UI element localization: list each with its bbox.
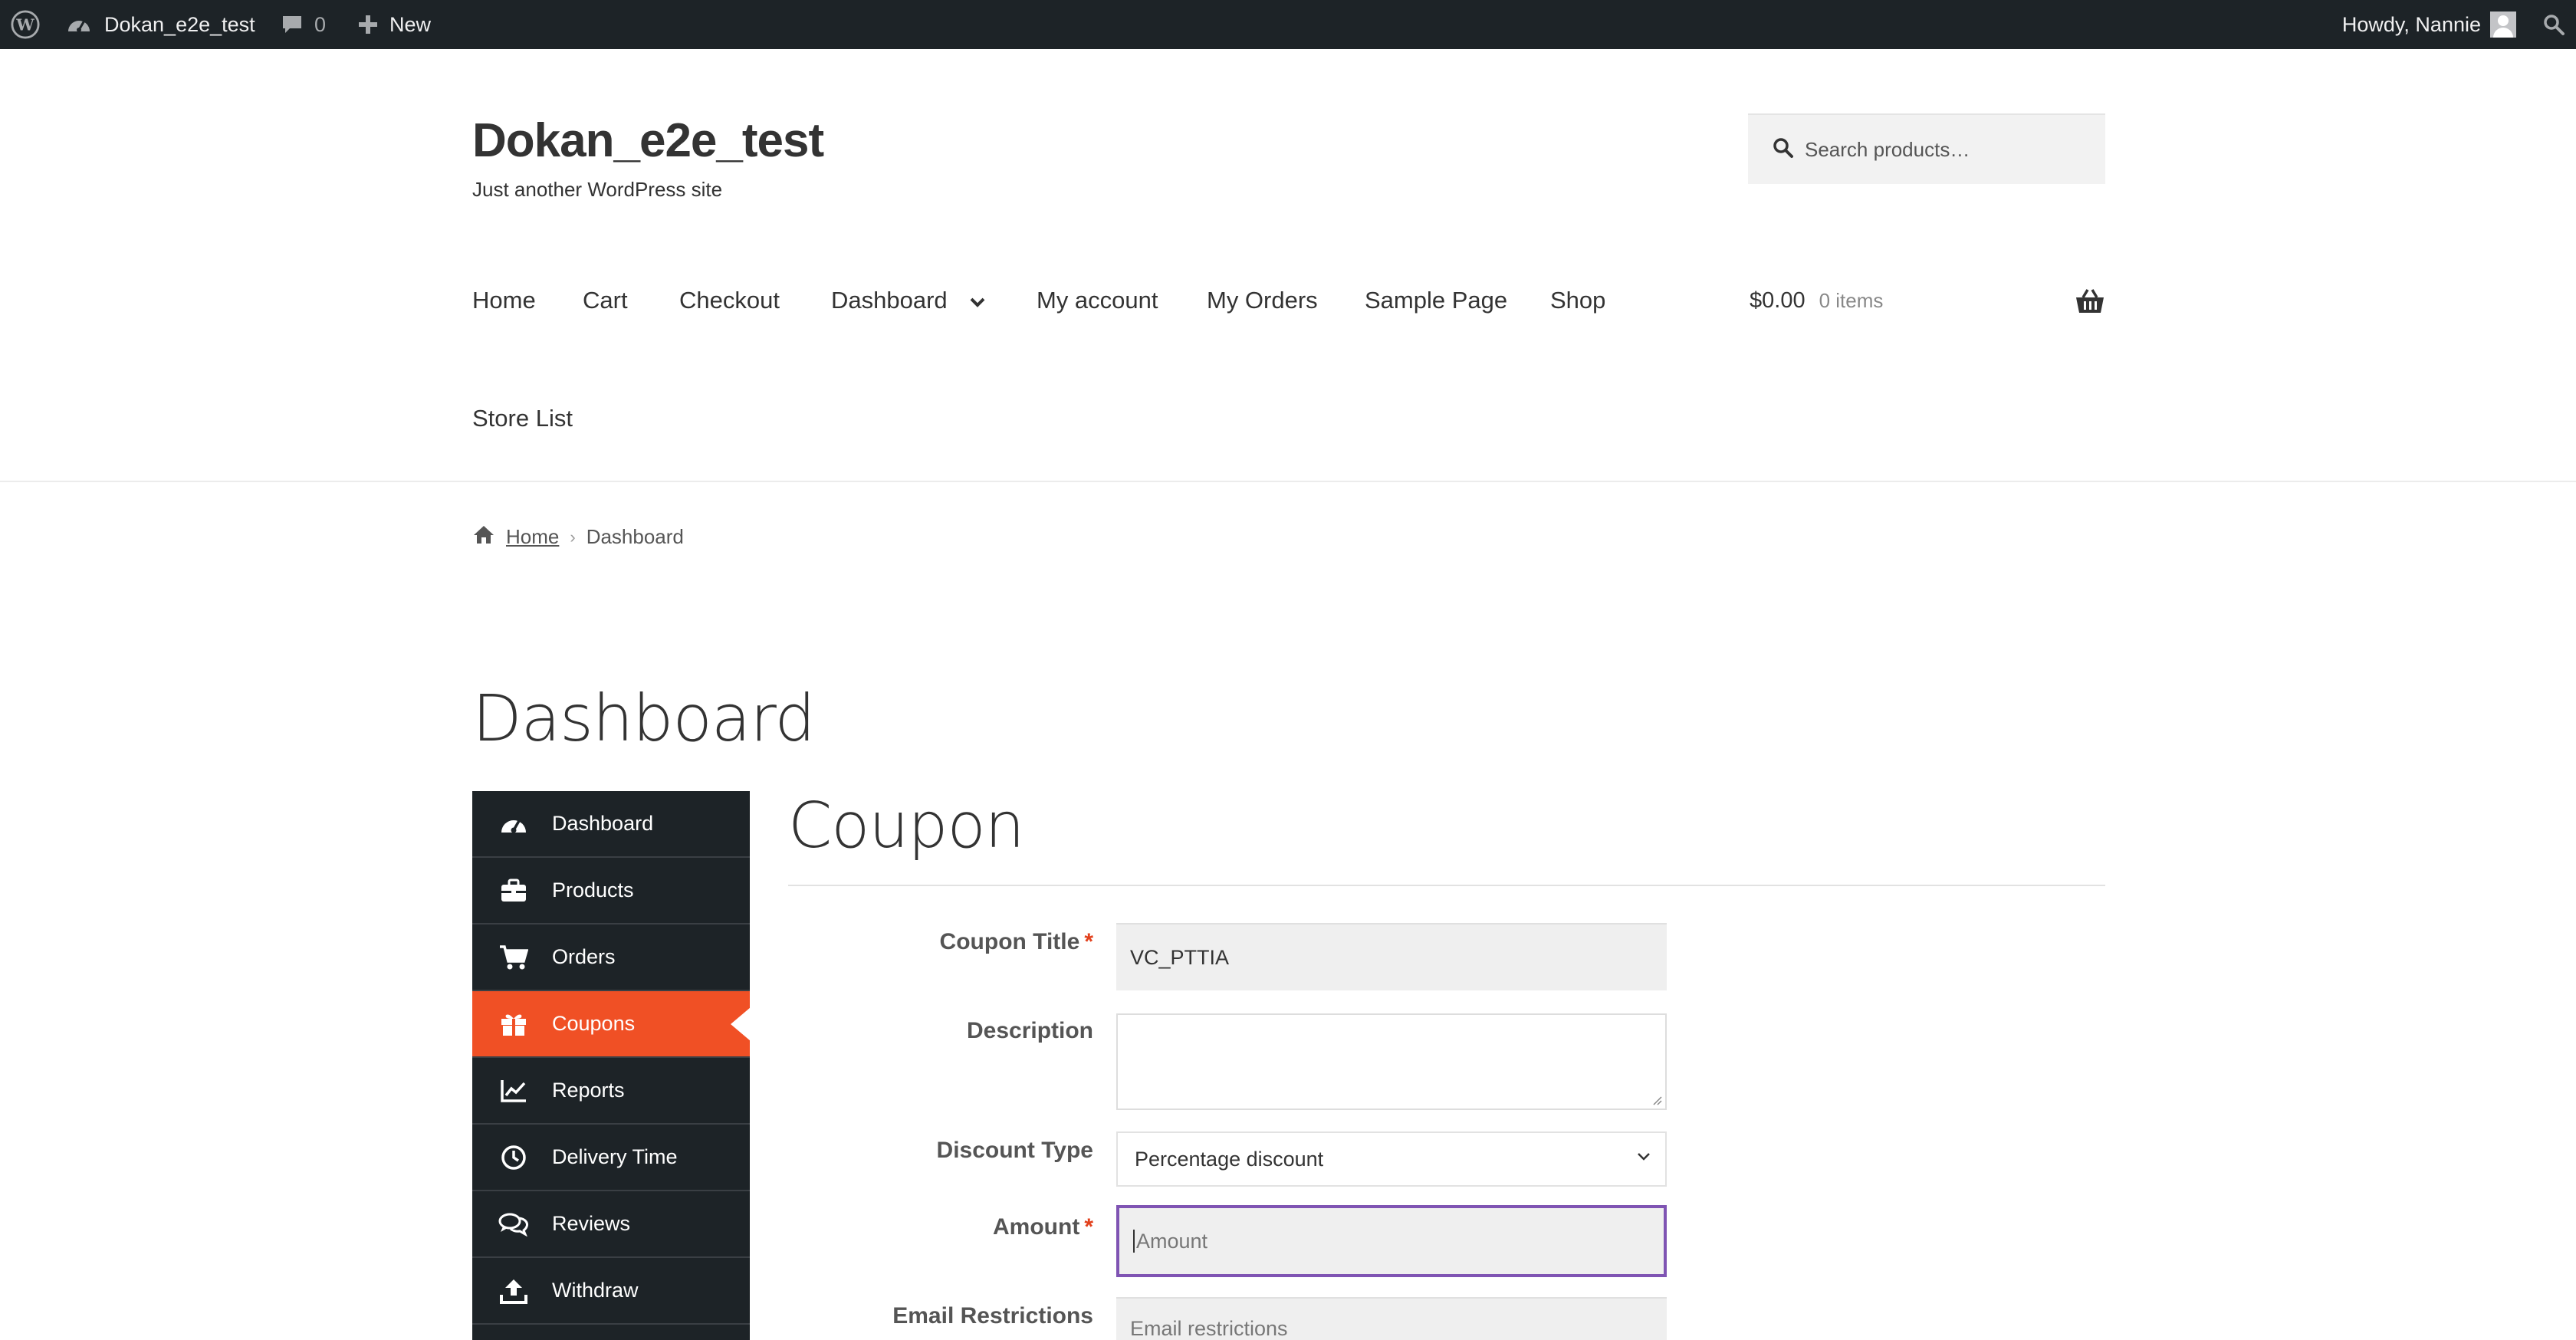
nav-home[interactable]: Home <box>472 287 536 314</box>
page-title: Dashboard <box>472 681 816 756</box>
nav-cart[interactable]: Cart <box>583 287 628 314</box>
amount-input[interactable]: Amount <box>1116 1205 1667 1277</box>
admin-bar-site-name: Dokan_e2e_test <box>104 12 255 36</box>
dashboard-gauge-icon <box>498 812 529 836</box>
required-mark: * <box>1084 929 1093 954</box>
admin-bar: W Dokan_e2e_test 0 New Howdy, Nannie <box>0 0 2576 49</box>
sidebar-item-withdraw[interactable]: Withdraw <box>472 1258 750 1325</box>
dashboard-gauge-icon <box>66 13 92 36</box>
new-label: New <box>389 12 432 36</box>
chevron-down-icon <box>1638 1153 1650 1161</box>
nav-store-list[interactable]: Store List <box>472 405 573 432</box>
site-title[interactable]: Dokan_e2e_test <box>472 113 824 168</box>
home-icon <box>472 524 495 550</box>
search-icon <box>1773 137 1794 163</box>
sidebar-item-reports[interactable]: Reports <box>472 1058 750 1125</box>
shopping-basket-icon[interactable] <box>2075 288 2105 318</box>
cart-count: 0 items <box>1819 289 1884 312</box>
nav-sample-page[interactable]: Sample Page <box>1365 287 1507 314</box>
breadcrumb-current: Dashboard <box>586 525 684 548</box>
sidebar-item-label: Withdraw <box>552 1279 639 1302</box>
product-search <box>1748 113 2105 184</box>
sidebar-item-label: Dashboard <box>552 812 654 835</box>
line-chart-icon <box>498 1079 529 1103</box>
sidebar-item-label: Orders <box>552 945 616 968</box>
nav-my-account[interactable]: My account <box>1037 287 1158 314</box>
description-label: Description <box>966 1018 1093 1043</box>
sidebar-item-label: Reviews <box>552 1212 631 1235</box>
sidebar-item-label: Coupons <box>552 1012 636 1035</box>
nav-dashboard-label: Dashboard <box>831 287 948 314</box>
amount-label-text: Amount <box>993 1214 1080 1240</box>
header-cart[interactable]: $0.00 0 items <box>1750 288 1883 314</box>
sidebar-item-partial <box>472 1325 750 1340</box>
briefcase-icon <box>498 879 529 903</box>
site-tagline: Just another WordPress site <box>472 178 723 201</box>
email-restrictions-label: Email Restrictions <box>892 1303 1093 1329</box>
sidebar-item-delivery-time[interactable]: Delivery Time <box>472 1125 750 1191</box>
gift-icon <box>498 1011 529 1037</box>
clock-icon <box>498 1145 529 1171</box>
comment-bubble-icon <box>281 14 304 35</box>
nav-my-orders[interactable]: My Orders <box>1207 287 1318 314</box>
discount-type-value: Percentage discount <box>1135 1147 1324 1171</box>
sidebar-item-orders[interactable]: Orders <box>472 925 750 991</box>
upload-icon <box>498 1278 529 1304</box>
dashboard-sidebar: Dashboard Products Orders Coupons Report… <box>472 791 751 1340</box>
admin-bar-comments[interactable]: 0 <box>281 0 326 49</box>
email-restrictions-input[interactable]: Email restrictions <box>1116 1297 1667 1340</box>
amount-label: Amount * <box>993 1214 1093 1240</box>
svg-text:W: W <box>15 15 34 34</box>
coupon-title-label: Coupon Title * <box>940 929 1093 955</box>
discount-type-label: Discount Type <box>936 1138 1093 1163</box>
sidebar-item-reviews[interactable]: Reviews <box>472 1191 750 1258</box>
wordpress-logo-icon[interactable]: W <box>11 0 40 49</box>
amount-placeholder: Amount <box>1136 1229 1208 1253</box>
sidebar-item-label: Delivery Time <box>552 1145 678 1168</box>
sidebar-item-coupons[interactable]: Coupons <box>472 991 751 1058</box>
admin-bar-account[interactable]: Howdy, Nannie <box>2342 0 2516 49</box>
admin-bar-site-link[interactable]: Dokan_e2e_test <box>66 0 255 49</box>
avatar <box>2490 11 2516 38</box>
coupon-title-label-text: Coupon Title <box>939 929 1080 954</box>
admin-search-icon[interactable] <box>2542 0 2565 49</box>
text-cursor <box>1133 1230 1135 1253</box>
nav-shop[interactable]: Shop <box>1550 287 1605 314</box>
howdy-greeting: Howdy, Nannie <box>2341 12 2481 36</box>
cart-total: $0.00 <box>1750 288 1806 313</box>
sidebar-item-products[interactable]: Products <box>472 858 750 925</box>
sidebar-item-dashboard[interactable]: Dashboard <box>472 791 750 858</box>
email-restrictions-placeholder: Email restrictions <box>1130 1317 1288 1340</box>
comments-count: 0 <box>314 12 327 36</box>
description-textarea[interactable] <box>1116 1013 1667 1110</box>
breadcrumb: Home › Dashboard <box>472 524 684 550</box>
plus-icon <box>357 14 379 35</box>
coupon-title-input[interactable]: VC_PTTIA <box>1116 923 1667 990</box>
resize-grip-icon[interactable] <box>1651 1095 1662 1105</box>
sidebar-item-label: Products <box>552 879 634 902</box>
coupon-heading: Coupon <box>788 790 1025 862</box>
admin-bar-new[interactable]: New <box>357 0 431 49</box>
required-mark: * <box>1084 1214 1093 1240</box>
shopping-cart-icon <box>498 944 529 971</box>
sidebar-item-label: Reports <box>552 1079 625 1102</box>
header-divider <box>0 481 2576 482</box>
nav-checkout[interactable]: Checkout <box>679 287 780 314</box>
breadcrumb-separator-icon: › <box>570 527 576 547</box>
chevron-down-icon <box>969 287 986 314</box>
breadcrumb-home-link[interactable]: Home <box>506 525 559 549</box>
form-divider <box>788 885 2105 886</box>
comments-icon <box>498 1212 529 1237</box>
search-input[interactable] <box>1805 137 2096 162</box>
discount-type-select[interactable]: Percentage discount <box>1116 1131 1667 1187</box>
coupon-title-value: VC_PTTIA <box>1130 945 1230 969</box>
nav-dashboard[interactable]: Dashboard <box>831 287 986 314</box>
